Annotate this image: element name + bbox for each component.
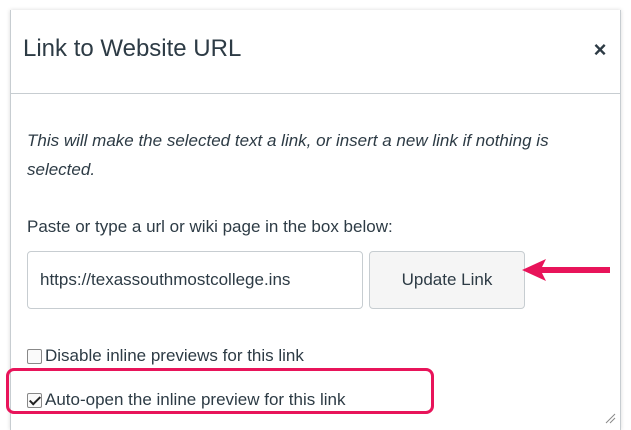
annotation-highlight-box: [6, 368, 434, 414]
disable-previews-label: Disable inline previews for this link: [45, 346, 304, 365]
update-link-button[interactable]: Update Link: [369, 251, 525, 309]
disable-previews-option[interactable]: Disable inline previews for this link: [27, 346, 304, 366]
dialog-description: This will make the selected text a link,…: [27, 131, 549, 179]
arrow-left-icon: [522, 259, 610, 281]
dialog-title: Link to Website URL: [23, 35, 242, 62]
resize-handle-icon[interactable]: [604, 412, 616, 424]
dialog-header: Link to Website URL ×: [11, 10, 620, 94]
close-icon[interactable]: ×: [588, 38, 612, 62]
link-dialog: Link to Website URL × This will make the…: [10, 10, 621, 430]
disable-previews-checkbox[interactable]: [27, 348, 42, 364]
url-instruction: Paste or type a url or wiki page in the …: [27, 217, 393, 236]
url-input[interactable]: [27, 251, 363, 309]
